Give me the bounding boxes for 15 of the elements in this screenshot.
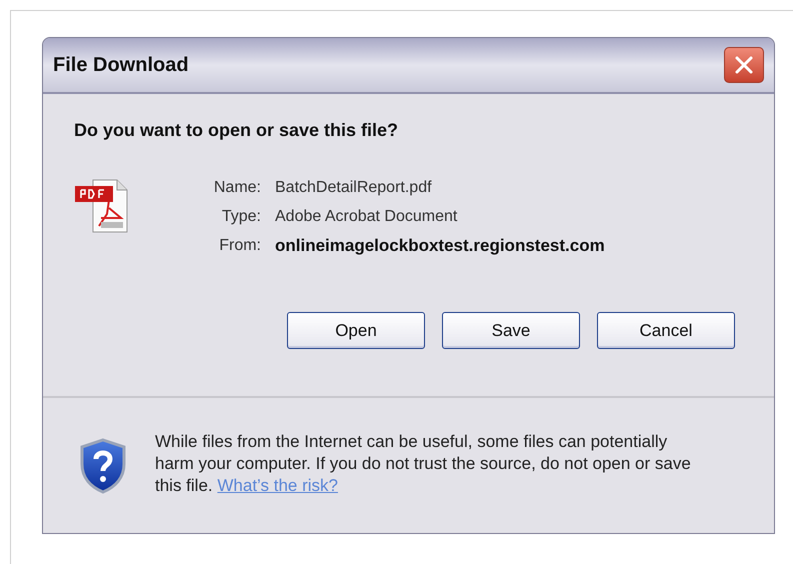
field-label: From:: [218, 236, 261, 256]
field-label: Name:: [212, 178, 261, 198]
window-title: File Download: [53, 53, 189, 78]
field-value: BatchDetailReport.pdf: [275, 178, 432, 198]
field-value: onlineimagelockboxtest.regionstest.com: [275, 235, 605, 257]
field-value: Adobe Acrobat Document: [275, 207, 458, 227]
field-label: Type:: [220, 207, 261, 227]
security-warning: While files from the Internet can be useful, some files can potentially harm your computer. If you do not trust the source, do not open or save this file. What’s the risk?: [155, 431, 692, 497]
close-icon: [734, 55, 754, 75]
dialog-button[interactable]: Open: [287, 312, 425, 349]
close-button[interactable]: [724, 47, 764, 83]
question-heading: Do you want to open or save this file?: [74, 119, 398, 142]
dialog-button[interactable]: Save: [442, 312, 580, 349]
help-shield-icon: [79, 438, 127, 494]
dialog-button[interactable]: Cancel: [597, 312, 735, 349]
